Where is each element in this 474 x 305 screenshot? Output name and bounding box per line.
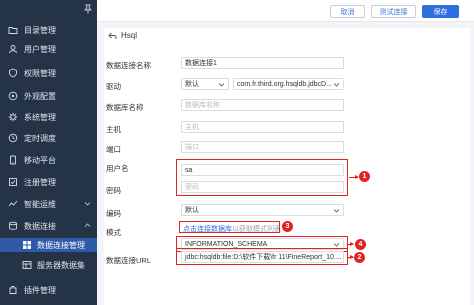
annotation-marker-4: 4 <box>355 239 366 250</box>
annotation-marker-1: 1 <box>359 171 370 182</box>
sidebar-item-label: 数据连接管理 <box>37 240 85 250</box>
sidebar-item-label: 外观配置 <box>24 91 56 101</box>
driver-type-select[interactable]: 默认 <box>181 78 229 90</box>
chevron-down-icon <box>84 200 91 207</box>
sidebar-header <box>0 0 97 20</box>
annotation-box-3 <box>179 221 280 233</box>
clock-icon <box>8 133 18 143</box>
sidebar-item-system[interactable]: 系统管理 <box>0 110 97 124</box>
sidebar-subitem-server-dataset[interactable]: 服务器数据集 <box>0 258 97 272</box>
chevron-up-icon <box>84 222 91 229</box>
sidebar-item-label: 服务器数据集 <box>37 260 85 270</box>
chevron-down-icon <box>333 207 340 214</box>
encoding-value: 默认 <box>185 207 199 214</box>
sidebar-item-label: 注册管理 <box>24 177 56 187</box>
port-label: 端口 <box>106 145 121 154</box>
annotation-box-2 <box>176 248 348 265</box>
encoding-select[interactable]: 默认 <box>181 204 344 216</box>
database-icon <box>8 221 18 231</box>
sidebar-item-label: 插件管理 <box>24 285 56 295</box>
connection-icon <box>22 240 32 250</box>
sidebar: 目录管理 用户管理 权限管理 外观配置 系统管理 定时调度 移动平台 注册管理 … <box>0 0 97 305</box>
gear-icon <box>8 112 18 122</box>
plugin-icon <box>8 285 18 295</box>
sidebar-item-label: 移动平台 <box>24 155 56 165</box>
host-label: 主机 <box>106 125 121 134</box>
host-input[interactable]: 主机 <box>181 121 344 133</box>
sidebar-item-catalog[interactable]: 目录管理 <box>0 23 97 37</box>
connection-name-input[interactable]: 数据连接1 <box>181 57 344 69</box>
register-icon <box>8 177 18 187</box>
db-name-input[interactable]: 数据库名称 <box>181 99 344 111</box>
annotation-marker-3: 3 <box>282 221 293 232</box>
sidebar-item-mobile[interactable]: 移动平台 <box>0 153 97 167</box>
annotation-marker-2: 2 <box>354 252 365 263</box>
port-input[interactable]: 端口 <box>181 141 344 153</box>
driver-label: 驱动 <box>106 82 121 91</box>
annotation-arrow-4 <box>348 241 354 246</box>
db-name-label: 数据库名称 <box>106 103 144 112</box>
back-label: Hsql <box>121 31 138 40</box>
annotation-arrow-2 <box>348 254 354 259</box>
chevron-down-icon <box>333 81 340 88</box>
sidebar-item-register[interactable]: 注册管理 <box>0 175 97 189</box>
chevron-down-icon <box>218 81 225 88</box>
save-button[interactable]: 保存 <box>422 5 459 18</box>
sidebar-item-plugins[interactable]: 插件管理 <box>0 283 97 297</box>
name-label: 数据连接名称 <box>106 61 151 70</box>
encoding-label: 编码 <box>106 209 121 218</box>
pin-icon[interactable] <box>83 4 93 14</box>
appearance-icon <box>8 91 18 101</box>
toolbar: 取消 测试连接 保存 <box>97 0 474 22</box>
sidebar-item-ops[interactable]: 智能运维 <box>0 197 97 211</box>
test-connection-button[interactable]: 测试连接 <box>371 5 416 18</box>
mobile-icon <box>8 155 18 165</box>
username-label: 用户名 <box>106 164 129 173</box>
driver-type-value: 默认 <box>185 81 199 88</box>
driver-class-select[interactable]: com.fr.third.org.hsqldb.jdbcD... <box>233 78 344 90</box>
sidebar-subitem-connection-management[interactable]: 数据连接管理 <box>0 238 97 252</box>
cancel-button[interactable]: 取消 <box>330 5 365 18</box>
sidebar-item-users[interactable]: 用户管理 <box>0 42 97 56</box>
sidebar-item-label: 数据连接 <box>24 221 56 231</box>
sidebar-item-permissions[interactable]: 权限管理 <box>0 66 97 80</box>
sidebar-item-label: 智能运维 <box>24 199 56 209</box>
sidebar-item-data-connection[interactable]: 数据连接 <box>0 219 97 233</box>
url-label: 数据连接URL <box>106 256 152 265</box>
password-label: 密码 <box>106 186 121 195</box>
user-icon <box>8 44 18 54</box>
sidebar-item-label: 目录管理 <box>24 25 56 35</box>
ops-icon <box>8 199 18 209</box>
sidebar-item-label: 定时调度 <box>24 133 56 143</box>
sidebar-item-label: 系统管理 <box>24 112 56 122</box>
annotation-box-1 <box>176 159 348 196</box>
driver-class-value: com.fr.third.org.hsqldb.jdbcD... <box>237 80 332 88</box>
connection-form: Hsql 数据连接名称 数据连接1 驱动 默认 com.fr.third.org… <box>104 28 470 305</box>
annotation-arrow-1 <box>349 174 359 179</box>
folder-icon <box>8 25 18 35</box>
shield-icon <box>8 68 18 78</box>
back-arrow-icon <box>108 32 117 39</box>
sidebar-item-schedule[interactable]: 定时调度 <box>0 131 97 145</box>
sidebar-item-appearance[interactable]: 外观配置 <box>0 89 97 103</box>
sidebar-item-label: 用户管理 <box>24 44 56 54</box>
dataset-icon <box>22 260 32 270</box>
mode-label: 模式 <box>106 228 121 237</box>
back-button[interactable]: Hsql <box>108 31 137 40</box>
sidebar-item-label: 权限管理 <box>24 68 56 78</box>
